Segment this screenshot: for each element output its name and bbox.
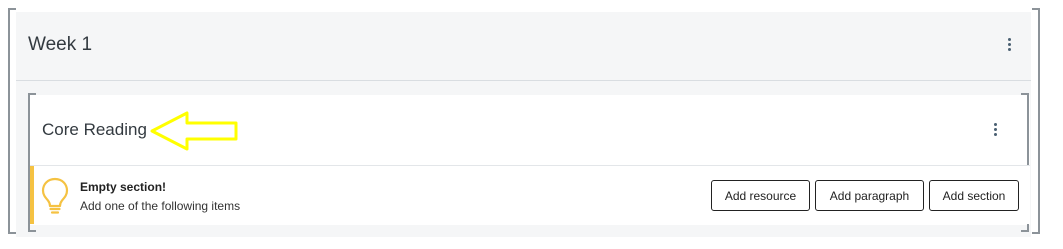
empty-section-title: Empty section! — [80, 180, 167, 194]
week-bracket-right — [1032, 8, 1040, 234]
lightbulb-icon — [41, 177, 69, 214]
week-header: Week 1 — [16, 12, 1031, 81]
section-menu-icon[interactable] — [988, 123, 1002, 136]
arrow-left-icon — [150, 111, 238, 151]
week-title: Week 1 — [28, 34, 93, 55]
empty-section-accent — [30, 166, 34, 224]
week-menu-icon[interactable] — [1002, 38, 1016, 51]
section-title: Core Reading — [42, 120, 147, 139]
add-paragraph-button[interactable]: Add paragraph — [815, 180, 924, 211]
add-section-button[interactable]: Add section — [929, 180, 1019, 211]
empty-section-subtitle: Add one of the following items — [80, 199, 241, 213]
week-bracket-left — [8, 8, 16, 234]
add-resource-button[interactable]: Add resource — [711, 180, 810, 211]
